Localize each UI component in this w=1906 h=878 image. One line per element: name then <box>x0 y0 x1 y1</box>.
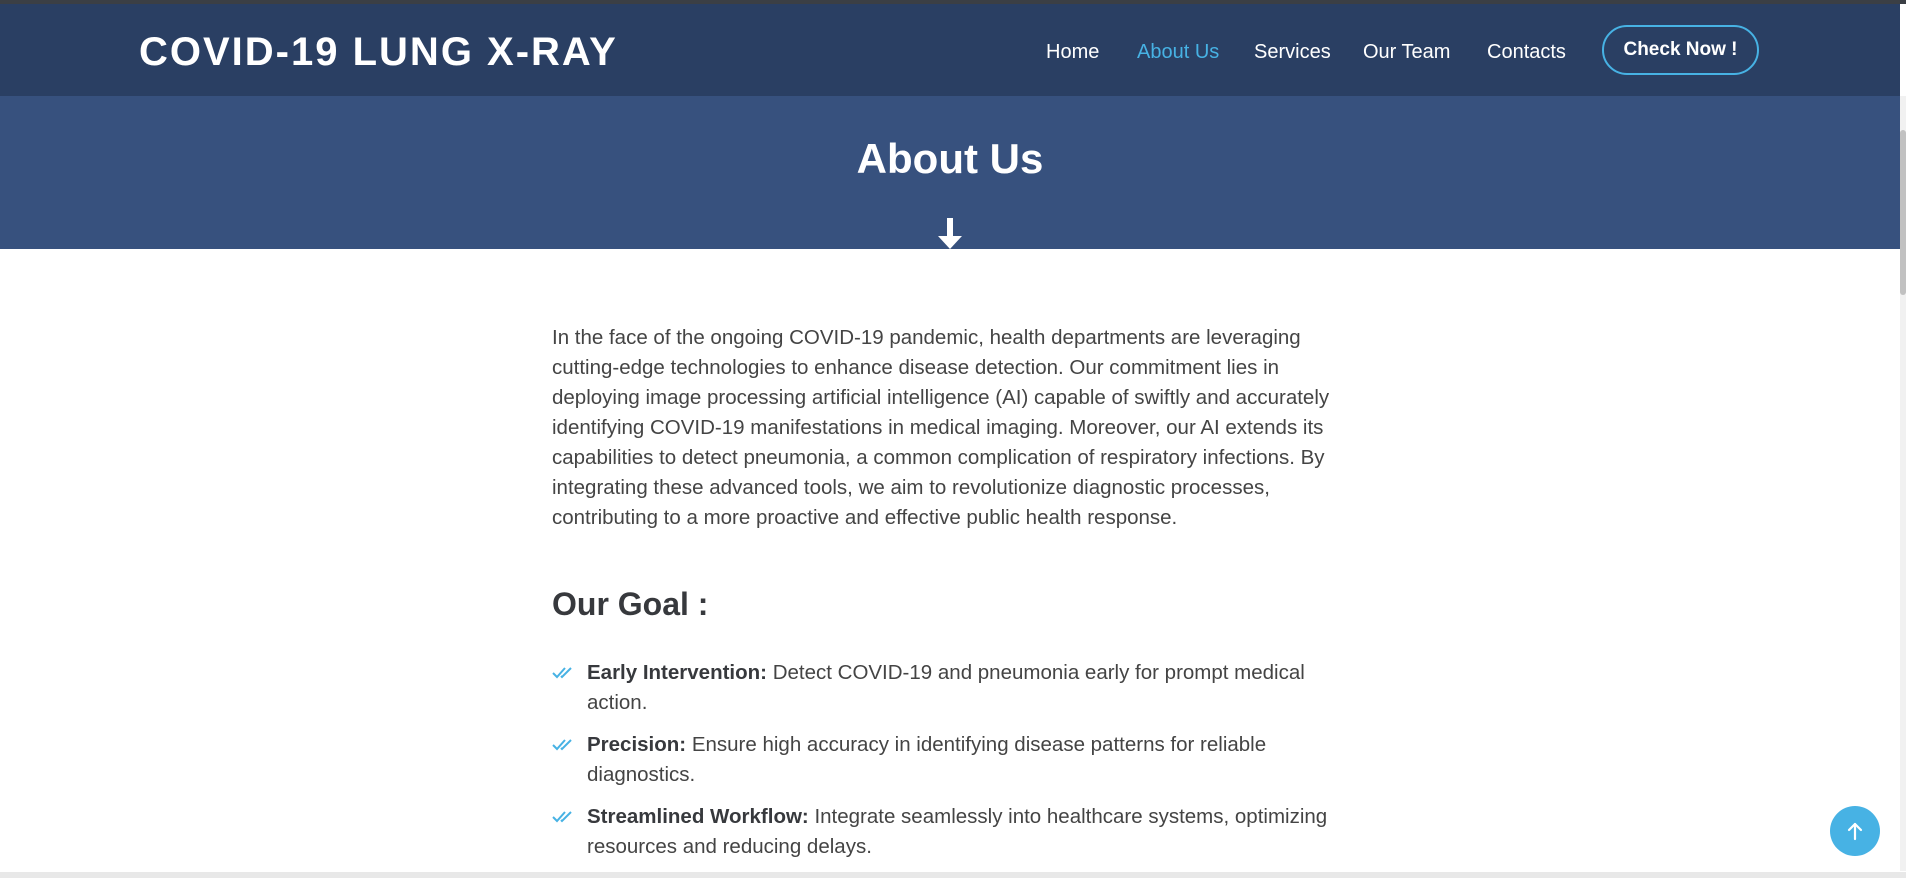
goal-text: Ensure high accuracy in identifying dise… <box>587 733 1267 786</box>
page-banner: About Us <box>0 96 1900 249</box>
nav-link-services[interactable]: Services <box>1254 38 1331 66</box>
nav-link-about-us[interactable]: About Us <box>1137 38 1219 66</box>
goal-item-precision: Precision: Ensure high accuracy in ident… <box>552 730 1352 790</box>
nav-link-home[interactable]: Home <box>1046 38 1099 66</box>
nav-link-our-team[interactable]: Our Team <box>1363 38 1450 66</box>
site-header: COVID-19 LUNG X-RAY Home About Us Servic… <box>0 4 1900 96</box>
vertical-scrollbar-thumb[interactable] <box>1900 130 1906 295</box>
goal-title: Streamlined Workflow: <box>587 805 809 828</box>
goal-heading: Our Goal : <box>552 586 709 622</box>
double-check-icon <box>552 811 572 823</box>
back-to-top-button[interactable] <box>1830 806 1880 856</box>
goal-list: Early Intervention: Detect COVID-19 and … <box>552 658 1352 862</box>
check-now-button[interactable]: Check Now ! <box>1602 25 1759 75</box>
arrow-down-icon <box>938 218 962 249</box>
double-check-icon <box>552 667 572 679</box>
about-content: In the face of the ongoing COVID-19 pand… <box>552 323 1352 874</box>
arrow-up-icon <box>1847 822 1863 841</box>
nav-link-contacts[interactable]: Contacts <box>1487 38 1566 66</box>
about-intro-paragraph: In the face of the ongoing COVID-19 pand… <box>552 326 1330 529</box>
goal-title: Early Intervention: <box>587 661 767 684</box>
page-title: About Us <box>856 135 1044 182</box>
double-check-icon <box>552 739 572 751</box>
goal-item-streamlined-workflow: Streamlined Workflow: Integrate seamless… <box>552 802 1352 862</box>
goal-title: Precision: <box>587 733 687 756</box>
goal-item-early-intervention: Early Intervention: Detect COVID-19 and … <box>552 658 1352 718</box>
